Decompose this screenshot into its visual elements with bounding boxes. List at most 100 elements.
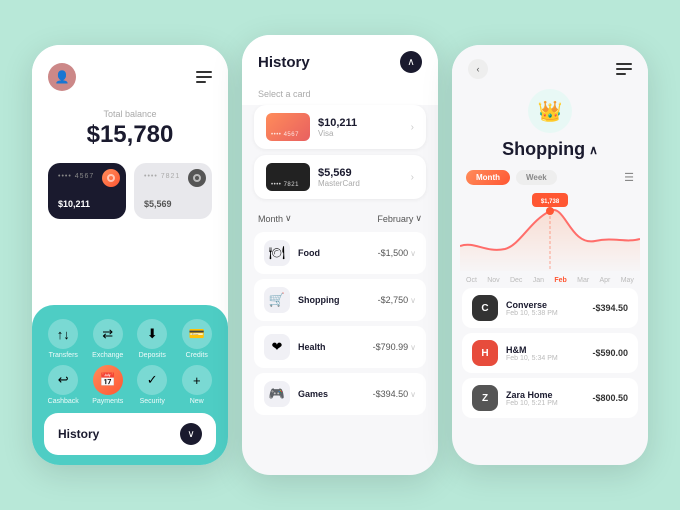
action-cashback[interactable]: ↩ Cashback <box>44 365 83 405</box>
card-chevron-2: › <box>411 172 414 183</box>
total-balance-amount: $15,780 <box>48 121 212 149</box>
deposits-label: Deposits <box>139 352 166 359</box>
chart-label-oct: Oct <box>466 277 477 284</box>
health-icon: ❤ <box>264 334 290 360</box>
hm-logo: H <box>472 340 498 366</box>
action-new[interactable]: + New <box>178 365 217 405</box>
tx-hm[interactable]: H H&M Feb 10, 5:34 PM -$590.00 <box>462 333 638 373</box>
action-deposits[interactable]: ⬇ Deposits <box>133 319 172 359</box>
up-arrow-button[interactable]: ∧ <box>400 51 422 73</box>
tx-shopping[interactable]: 🛒 Shopping -$2,750 ∨ <box>254 279 426 321</box>
card-select-dark[interactable]: •••• 7821 $5,569 MasterCard › <box>254 155 426 199</box>
credits-icon: 💳 <box>182 319 212 349</box>
tx-food-amount: -$1,500 ∨ <box>378 248 416 258</box>
card-select-amount-1: $10,211 <box>318 117 403 129</box>
shopping-icon: 🛒 <box>264 287 290 313</box>
menu-icon[interactable] <box>196 71 212 83</box>
card-dark[interactable]: •••• 4567 $10,211 <box>48 163 126 219</box>
shopping-title: Shopping ∧ <box>502 139 598 160</box>
avatar[interactable]: 👤 <box>48 63 76 91</box>
phone-1-header: 👤 <box>48 63 212 91</box>
tx-zara-date: Feb 10, 5:21 PM <box>506 400 584 407</box>
tx-converse-info: Converse Feb 10, 5:38 PM <box>506 300 584 317</box>
card-icon-2 <box>188 169 206 187</box>
calendar-icon[interactable]: ☰ <box>624 171 634 184</box>
action-security[interactable]: ✓ Security <box>133 365 172 405</box>
exchange-icon: ⇄ <box>93 319 123 349</box>
card-preview-coral: •••• 4567 <box>266 113 310 141</box>
history-bar: History ∨ <box>44 413 216 455</box>
card-preview-dark: •••• 7821 <box>266 163 310 191</box>
month-filter[interactable]: Month ∨ <box>258 213 292 224</box>
deposits-icon: ⬇ <box>137 319 167 349</box>
shopping-title-text: Shopping <box>502 139 585 160</box>
card-select-coral[interactable]: •••• 4567 $10,211 Visa › <box>254 105 426 149</box>
tx-games[interactable]: 🎮 Games -$394.50 ∨ <box>254 373 426 415</box>
history-chevron-button[interactable]: ∨ <box>180 423 202 445</box>
tx-games-name: Games <box>298 389 365 399</box>
tx-converse-brand: Converse <box>506 300 584 310</box>
tx-shopping-amount: -$2,750 ∨ <box>378 295 416 305</box>
back-button[interactable]: ‹ <box>468 59 488 79</box>
card-light[interactable]: •••• 7821 $5,569 <box>134 163 212 219</box>
tx-shopping-name: Shopping <box>298 295 370 305</box>
phone-3: ‹ 👑 Shopping ∧ Month Week ☰ <box>452 45 648 465</box>
phone-2-header: History ∧ <box>242 35 438 81</box>
action-exchange[interactable]: ⇄ Exchange <box>89 319 128 359</box>
card-chevron-1: › <box>411 122 414 133</box>
tx-list-3: C Converse Feb 10, 5:38 PM -$394.50 H H&… <box>452 288 648 465</box>
shopping-icon-area: 👑 Shopping ∧ <box>452 83 648 164</box>
food-icon: 🍽 <box>264 240 290 266</box>
payments-icon: 📅 <box>93 365 123 395</box>
chart-label-dec: Dec <box>510 277 522 284</box>
shopping-crown-icon: 👑 <box>528 89 572 133</box>
chart-label-apr: Apr <box>599 277 610 284</box>
card-icon-inner-1 <box>107 174 115 182</box>
cashback-icon: ↩ <box>48 365 78 395</box>
games-icon: 🎮 <box>264 381 290 407</box>
tab-month[interactable]: Month <box>466 170 510 185</box>
total-balance-label: Total balance <box>48 109 212 119</box>
shopping-title-chevron[interactable]: ∧ <box>589 143 598 157</box>
phone-2: History ∧ Select a card •••• 4567 $10,21… <box>242 35 438 475</box>
chart-label-feb: Feb <box>554 277 566 284</box>
spending-chart: $1,738 <box>460 191 640 271</box>
tx-converse[interactable]: C Converse Feb 10, 5:38 PM -$394.50 <box>462 288 638 328</box>
tx-hm-date: Feb 10, 5:34 PM <box>506 355 584 362</box>
filter-row: Month ∨ February ∨ <box>242 205 438 232</box>
tx-zara[interactable]: Z Zara Home Feb 10, 5:21 PM -$800.50 <box>462 378 638 418</box>
action-credits[interactable]: 💳 Credits <box>178 319 217 359</box>
zara-logo: Z <box>472 385 498 411</box>
tx-hm-info: H&M Feb 10, 5:34 PM <box>506 345 584 362</box>
period-filter-chevron: ∨ <box>415 213 422 224</box>
tx-converse-amount: -$394.50 <box>592 303 628 313</box>
tx-zara-info: Zara Home Feb 10, 5:21 PM <box>506 390 584 407</box>
transfers-icon: ↑↓ <box>48 319 78 349</box>
tx-food[interactable]: 🍽 Food -$1,500 ∨ <box>254 232 426 274</box>
phones-container: 👤 Total balance $15,780 •••• 4567 $10,21… <box>16 19 664 491</box>
card-select-info-2: $5,569 MasterCard <box>318 167 403 188</box>
card-select-info-1: $10,211 Visa <box>318 117 403 138</box>
action-payments[interactable]: 📅 Payments <box>89 365 128 405</box>
converse-logo: C <box>472 295 498 321</box>
chart-label-jan: Jan <box>533 277 544 284</box>
chart-label-may: May <box>621 277 634 284</box>
tx-health[interactable]: ❤ Health -$790.99 ∨ <box>254 326 426 368</box>
month-filter-label: Month <box>258 214 283 224</box>
tab-week[interactable]: Week <box>516 170 557 185</box>
period-filter[interactable]: February ∨ <box>377 213 422 224</box>
menu-icon-3[interactable] <box>616 63 632 75</box>
phone-3-header: ‹ <box>452 45 648 83</box>
phone-1-top: 👤 Total balance $15,780 •••• 4567 $10,21… <box>32 45 228 305</box>
svg-text:$1,738: $1,738 <box>541 199 560 205</box>
card-select-type-1: Visa <box>318 129 403 138</box>
action-transfers[interactable]: ↑↓ Transfers <box>44 319 83 359</box>
card-select-type-2: MasterCard <box>318 179 403 188</box>
card-amount-1: $10,211 <box>58 199 116 209</box>
history-label: History <box>58 427 99 441</box>
credits-label: Credits <box>186 352 208 359</box>
card-preview-text-1: •••• 4567 <box>271 132 299 138</box>
tx-food-name: Food <box>298 248 370 258</box>
security-label: Security <box>140 398 165 405</box>
tx-health-amount: -$790.99 ∨ <box>373 342 416 352</box>
